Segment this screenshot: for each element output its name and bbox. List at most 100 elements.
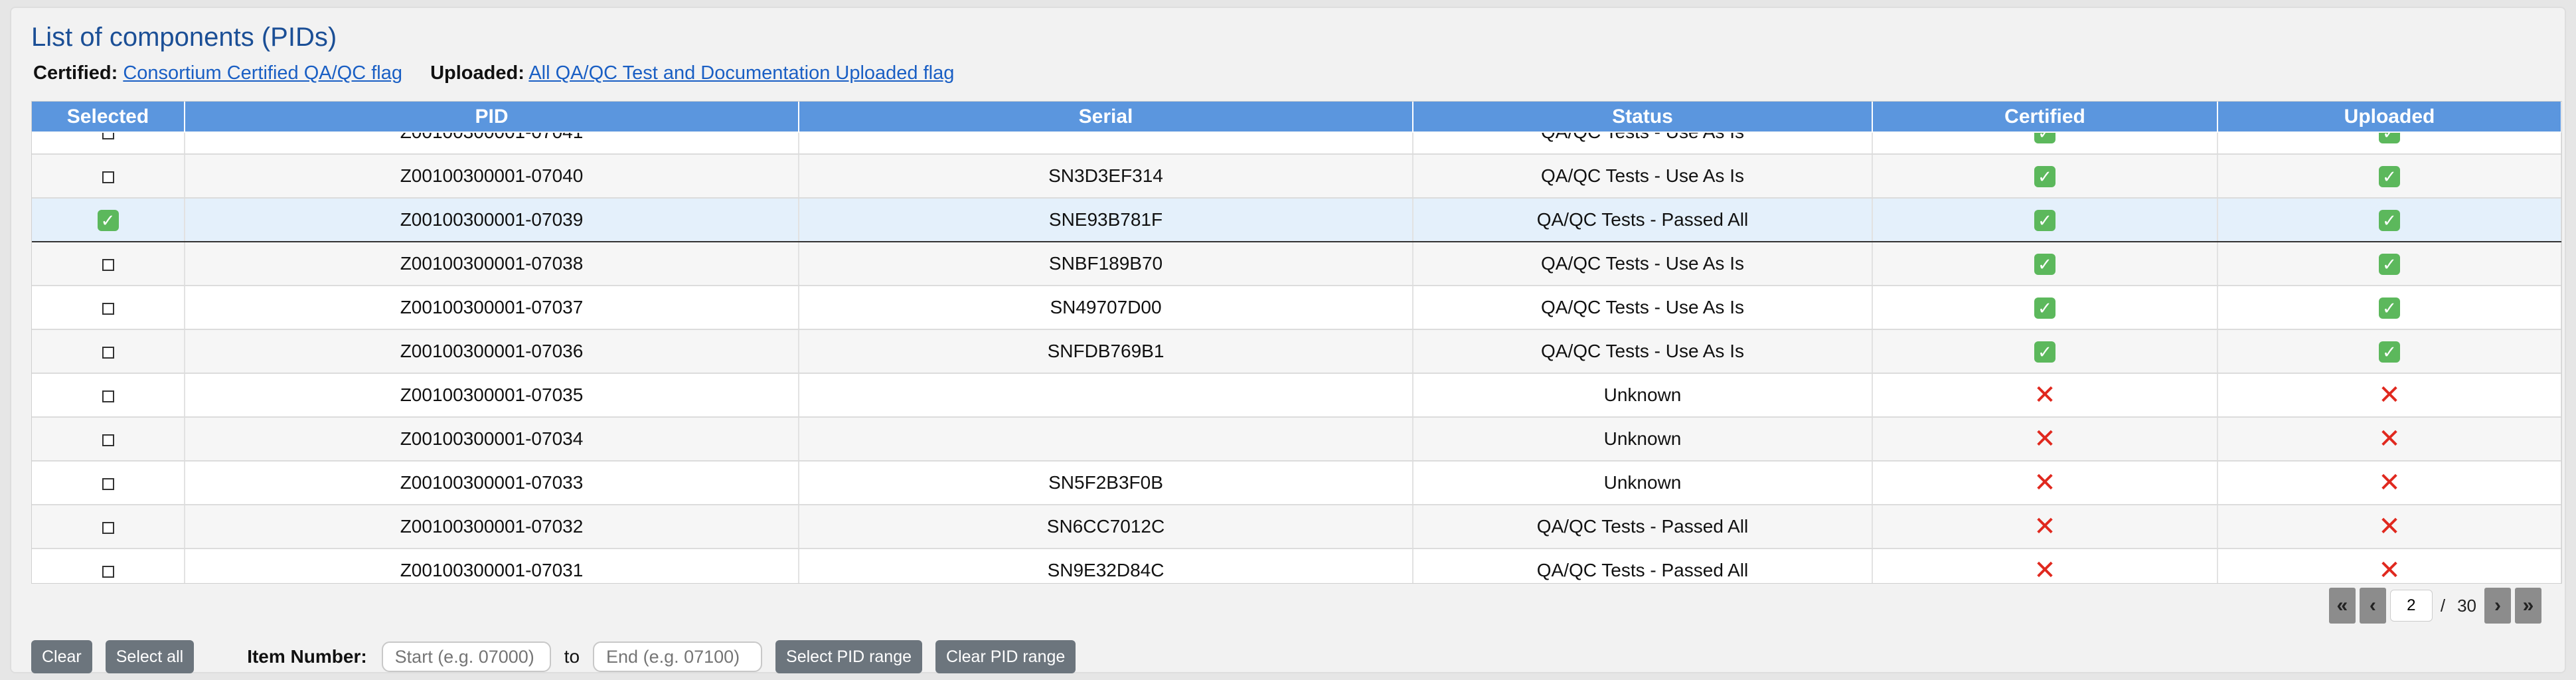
page-separator: / [2440,595,2446,616]
table-row[interactable]: Z00100300001-07031 SN9E32D84C QA/QC Tests … [32,549,2561,583]
certified-label: Certified: [33,62,118,84]
table-row[interactable]: ✓ Z00100300001-07039 SNE93B781F QA/QC Tests… [32,197,2561,242]
certified-flag-link[interactable]: Consortium Certified QA/QC flag [123,62,402,84]
column-header-uploaded[interactable]: Uploaded [2217,102,2561,131]
selected-cell[interactable] [32,373,185,418]
check-icon: ✓ [2034,297,2055,319]
status-cell: QA/QC Tests - Use As Is [1413,329,1873,374]
select-pid-range-button[interactable]: Select PID range [775,640,923,673]
item-number-label: Item Number: [247,646,367,667]
selected-cell[interactable] [32,417,185,462]
selected-cell[interactable] [32,286,185,330]
selected-cell[interactable] [32,154,185,199]
column-header-status[interactable]: Status [1413,102,1873,131]
table-row[interactable]: Z00100300001-07033 SN5F2B3F0B Unknown ✕ ✕ [32,461,2561,505]
page-total: 30 [2457,595,2476,616]
uploaded-cell: ✕ [2217,549,2561,583]
status-cell: QA/QC Tests - Use As Is [1413,154,1873,199]
uploaded-cell: ✓ [2217,329,2561,374]
select-all-button[interactable]: Select all [105,640,195,673]
cross-icon: ✕ [2378,468,2401,497]
table-body-scroll[interactable]: Z00100300001-07041 QA/QC Tests - Use As I… [32,133,2561,583]
check-icon: ✓ [2034,253,2055,275]
table-row[interactable]: Z00100300001-07038 SNBF189B70 QA/QC Tests … [32,242,2561,286]
row-checkbox[interactable] [102,521,114,534]
cross-icon: ✕ [2034,468,2056,497]
page-number-input[interactable] [2389,590,2433,622]
cross-icon: ✕ [2034,381,2056,410]
certified-cell: ✕ [1872,549,2218,583]
pid-cell: Z00100300001-07031 [185,549,799,583]
certified-cell: ✕ [1872,505,2218,549]
table-row[interactable]: Z00100300001-07032 SN6CC7012C QA/QC Tests … [32,505,2561,549]
selected-cell[interactable] [32,242,185,286]
row-checkbox[interactable] [102,390,114,402]
pid-cell: Z00100300001-07035 [185,373,799,418]
pid-cell: Z00100300001-07038 [185,242,799,286]
cross-icon: ✕ [2378,556,2401,583]
table-row[interactable]: Z00100300001-07034 Unknown ✕ ✕ [32,417,2561,462]
clear-button[interactable]: Clear [31,640,92,673]
table-row[interactable]: Z00100300001-07037 SN49707D00 QA/QC Tests … [32,286,2561,330]
serial-cell [799,133,1413,155]
table-row[interactable]: Z00100300001-07041 QA/QC Tests - Use As I… [32,133,2561,155]
selected-cell[interactable] [32,461,185,505]
range-end-input[interactable] [593,641,763,672]
status-cell: QA/QC Tests - Use As Is [1413,286,1873,330]
table-row[interactable]: Z00100300001-07040 SN3D3EF314 QA/QC Tests … [32,154,2561,199]
status-cell: QA/QC Tests - Use As Is [1413,133,1873,155]
cross-icon: ✕ [2378,424,2401,454]
certified-cell: ✓ [1872,242,2218,286]
selected-cell[interactable] [32,505,185,549]
selected-cell[interactable]: ✓ [32,197,185,242]
pid-cell: Z00100300001-07036 [185,329,799,374]
certified-cell: ✓ [1872,133,2218,155]
selected-cell[interactable] [32,329,185,374]
table-header: Selected PID Serial Status Certified Upl… [32,102,2561,131]
column-header-certified[interactable]: Certified [1872,102,2218,131]
page-title: List of components (PIDs) [31,23,337,52]
uploaded-cell: ✕ [2217,461,2561,505]
pid-cell: Z00100300001-07037 [185,286,799,330]
row-checkbox[interactable] [102,346,114,359]
last-page-button[interactable]: » [2515,588,2541,624]
status-cell: Unknown [1413,373,1873,418]
components-panel: List of components (PIDs) Certified: Con… [10,7,2566,673]
column-header-pid[interactable]: PID [185,102,799,131]
row-checkbox[interactable] [102,477,114,490]
serial-cell: SNE93B781F [799,197,1413,242]
pid-cell: Z00100300001-07039 [185,197,799,242]
first-page-button[interactable]: « [2328,588,2356,624]
pagination: « ‹ / 30 › » [2328,587,2541,624]
status-cell: QA/QC Tests - Passed All [1413,505,1873,549]
certified-cell: ✓ [1872,286,2218,330]
row-checkbox[interactable] [102,133,114,139]
uploaded-flag-link[interactable]: All QA/QC Test and Documentation Uploade… [528,62,954,84]
check-icon: ✓ [2379,253,2400,275]
row-checkbox[interactable] [102,434,114,446]
serial-cell [799,373,1413,418]
range-start-input[interactable] [381,641,551,672]
table-row[interactable]: Z00100300001-07035 Unknown ✕ ✕ [32,373,2561,418]
column-header-serial[interactable]: Serial [799,102,1413,131]
next-page-button[interactable]: › [2484,588,2511,624]
row-checkbox[interactable] [102,258,114,271]
serial-cell [799,417,1413,462]
selected-cell[interactable] [32,133,185,155]
row-checkbox[interactable] [102,302,114,315]
prev-page-button[interactable]: ‹ [2359,588,2386,624]
table-body: Z00100300001-07041 QA/QC Tests - Use As I… [32,133,2561,583]
selected-cell[interactable] [32,549,185,583]
clear-pid-range-button[interactable]: Clear PID range [935,640,1076,673]
table-row[interactable]: Z00100300001-07036 SNFDB769B1 QA/QC Tests … [32,329,2561,374]
cross-icon: ✕ [2378,512,2401,541]
serial-cell: SN5F2B3F0B [799,461,1413,505]
uploaded-cell: ✓ [2217,197,2561,242]
status-cell: QA/QC Tests - Passed All [1413,549,1873,583]
check-icon[interactable]: ✓ [97,209,119,231]
row-checkbox[interactable] [102,171,114,183]
row-checkbox[interactable] [102,565,114,578]
column-header-selected[interactable]: Selected [32,102,185,131]
certified-cell: ✓ [1872,329,2218,374]
cross-icon: ✕ [2034,556,2056,583]
